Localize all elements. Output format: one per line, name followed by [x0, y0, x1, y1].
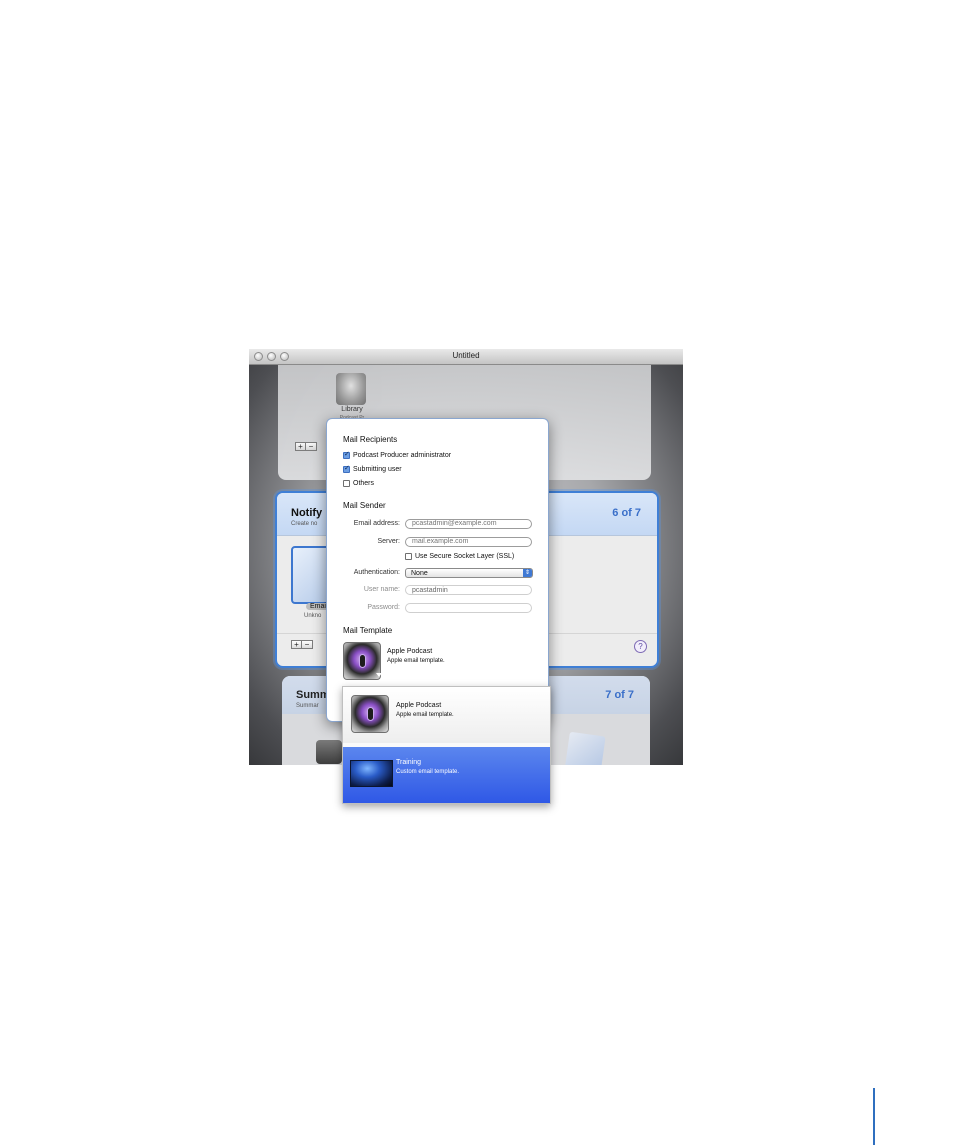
username-label: User name: [363, 586, 400, 593]
notify-title: Notify [291, 507, 323, 519]
mail-settings-sheet: Mail Recipients Podcast Producer adminis… [326, 418, 549, 722]
submitter-checkbox[interactable] [343, 464, 350, 473]
email-address-field[interactable] [405, 519, 532, 529]
library-add-remove: + − [295, 442, 317, 451]
authentication-value: None [411, 570, 428, 577]
email-action-sublabel: Unkno [304, 613, 322, 619]
server-field[interactable] [405, 537, 532, 547]
select-arrows-icon: ⇕ [523, 569, 532, 577]
notify-add-remove: + − [291, 640, 313, 649]
help-button[interactable]: ? [634, 640, 647, 653]
email-address-label: Email address: [353, 520, 400, 527]
mail-stamp-icon [564, 731, 606, 765]
add-button[interactable]: + [291, 640, 302, 649]
mail-sender-heading: Mail Sender [343, 501, 386, 510]
add-button[interactable]: + [295, 442, 306, 451]
podcast-icon [351, 695, 389, 733]
menu-item-training[interactable]: Training Custom email template. [343, 747, 550, 803]
disclosure-triangle-icon [376, 673, 382, 677]
window-title: Untitled [452, 351, 480, 360]
admin-checkbox-label: Podcast Producer administrator [353, 452, 452, 459]
recipient-submitter-option[interactable]: Submitting user [343, 464, 402, 473]
notify-subtitle: Create no [291, 521, 318, 527]
title-bar[interactable]: Untitled [249, 349, 683, 365]
menu-item-apple-podcast[interactable]: Apple Podcast Apple email template. [343, 687, 550, 743]
microphone-icon [367, 707, 374, 721]
recipient-admin-option[interactable]: Podcast Producer administrator [343, 450, 452, 459]
others-checkbox-label: Others [353, 480, 375, 487]
recipient-others-option[interactable]: Others [343, 480, 374, 487]
summary-title: Summ [296, 689, 330, 701]
menu-item-name: Training [396, 759, 422, 766]
mail-template-heading: Mail Template [343, 626, 393, 635]
step-counter: 6 of 7 [612, 507, 641, 519]
menu-item-description: Apple email template. [396, 712, 454, 718]
podcast-icon [359, 654, 366, 668]
submitter-checkbox-label: Submitting user [353, 466, 402, 473]
password-label: Password: [367, 604, 400, 611]
server-label: Server: [377, 538, 400, 545]
remove-button[interactable]: − [302, 640, 313, 649]
others-checkbox[interactable] [343, 480, 350, 487]
page-margin-rule [873, 1088, 875, 1145]
landscape-icon [350, 760, 393, 787]
authentication-select[interactable]: None ⇕ [405, 568, 533, 578]
password-field[interactable] [405, 603, 532, 613]
step-counter: 7 of 7 [605, 689, 634, 701]
selected-template-description: Apple email template. [387, 658, 445, 664]
template-menu: Apple Podcast Apple email template. Trai… [342, 686, 551, 804]
ssl-checkbox[interactable] [405, 553, 412, 560]
menu-item-name: Apple Podcast [396, 702, 442, 709]
summary-subtitle: Summar [296, 703, 319, 709]
library-icon [336, 373, 366, 405]
ssl-checkbox-label: Use Secure Socket Layer (SSL) [415, 553, 515, 560]
template-picker-button[interactable] [343, 642, 382, 680]
mail-stamp-icon[interactable] [291, 546, 331, 604]
remove-button[interactable]: − [306, 442, 317, 451]
username-field[interactable]: pcastadmin [405, 585, 532, 595]
camera-icon [316, 740, 342, 764]
mail-recipients-heading: Mail Recipients [343, 435, 398, 444]
ssl-option[interactable]: Use Secure Socket Layer (SSL) [405, 553, 514, 560]
library-label: Library [341, 406, 363, 413]
authentication-label: Authentication: [353, 569, 400, 576]
admin-checkbox[interactable] [343, 450, 350, 459]
selected-template-name: Apple Podcast [387, 648, 433, 655]
menu-item-description: Custom email template. [396, 769, 460, 775]
